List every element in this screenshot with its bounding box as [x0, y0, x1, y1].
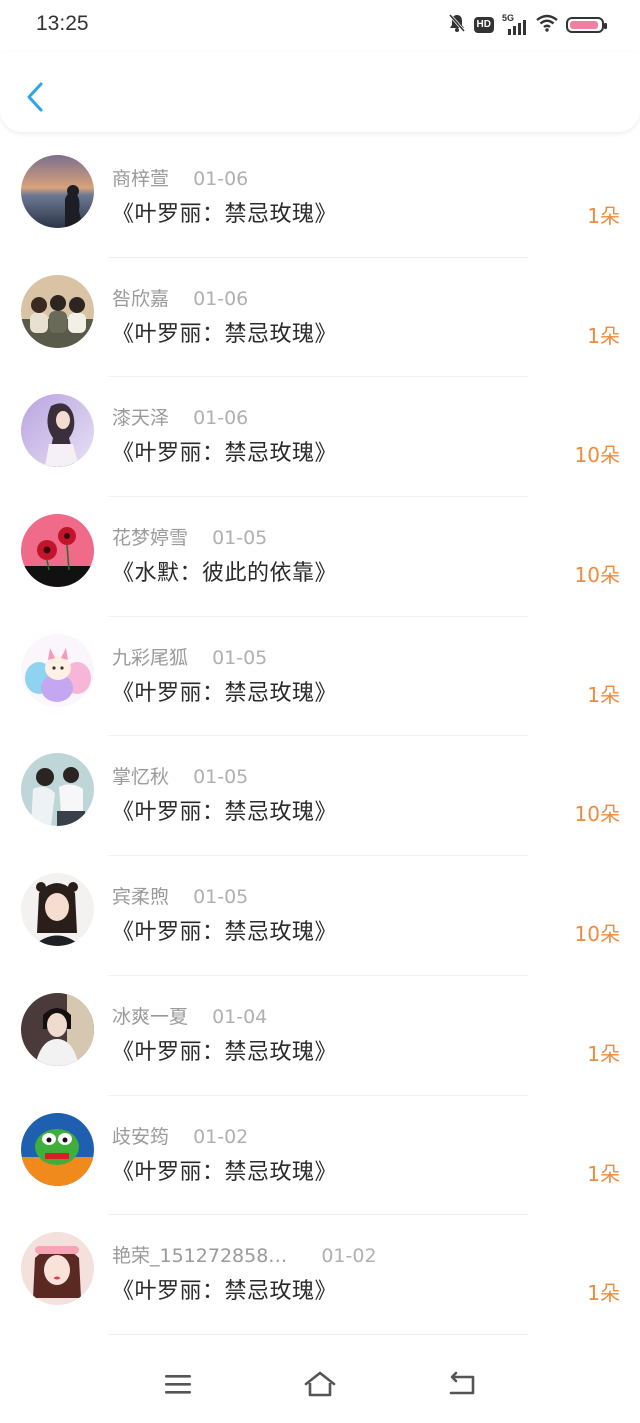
book-title: 《叶罗丽：禁忌玫瑰》: [112, 1039, 338, 1065]
home-icon: [304, 1371, 336, 1397]
book-title: 《叶罗丽：禁忌玫瑰》: [112, 680, 338, 706]
avatar[interactable]: [21, 1232, 94, 1306]
user-name: 歧安筠: [112, 1125, 170, 1148]
gift-date: 01-02: [321, 1245, 377, 1268]
avatar[interactable]: [21, 1112, 94, 1186]
gift-date: 01-02: [193, 1125, 249, 1148]
gift-date: 01-05: [212, 646, 268, 669]
flower-count: 10朵: [574, 802, 620, 827]
status-icons: HD 5G: [448, 13, 607, 37]
back-nav-button[interactable]: [442, 1367, 482, 1401]
flower-count: 1朵: [587, 1281, 620, 1306]
home-button[interactable]: [300, 1367, 340, 1401]
avatar[interactable]: [21, 155, 94, 228]
system-nav-bar: [0, 1343, 640, 1423]
gift-date: 01-05: [193, 766, 249, 789]
flower-count: 1朵: [587, 682, 620, 707]
menu-icon: [165, 1375, 191, 1394]
back-return-icon: [449, 1371, 475, 1395]
avatar[interactable]: [21, 873, 94, 947]
avatar[interactable]: [21, 274, 94, 348]
flower-count: 1朵: [587, 1161, 620, 1186]
gift-date: 01-06: [193, 407, 249, 430]
book-title: 《叶罗丽：禁忌玫瑰》: [112, 441, 338, 467]
bell-muted-icon: [448, 13, 466, 37]
status-bar: 13:25 HD 5G: [0, 0, 640, 52]
flower-count: 10朵: [574, 922, 620, 947]
list-item[interactable]: 歧安筠 01-02 《叶罗丽：禁忌玫瑰》 1朵: [0, 1096, 640, 1216]
user-name: 漆天泽: [112, 407, 170, 430]
flower-count: 10朵: [574, 443, 620, 468]
book-title: 《叶罗丽：禁忌玫瑰》: [112, 321, 338, 347]
book-title: 《叶罗丽：禁忌玫瑰》: [112, 1279, 338, 1305]
user-name: 冰爽一夏: [112, 1005, 189, 1028]
avatar[interactable]: [21, 753, 94, 827]
gift-list: 商梓萱 01-06 《叶罗丽：禁忌玫瑰》 1朵 咎欣嘉 01-06 《叶罗丽：禁…: [0, 138, 640, 1335]
status-time: 13:25: [36, 12, 89, 35]
user-name: 掌忆秋: [112, 766, 170, 789]
list-item[interactable]: 咎欣嘉 01-06 《叶罗丽：禁忌玫瑰》 1朵: [0, 258, 640, 378]
signal-icon: 5G: [502, 13, 528, 35]
battery-icon: [566, 17, 607, 33]
list-item[interactable]: 九彩尾狐 01-05 《叶罗丽：禁忌玫瑰》 1朵: [0, 617, 640, 737]
book-title: 《叶罗丽：禁忌玫瑰》: [112, 800, 338, 826]
book-title: 《叶罗丽：禁忌玫瑰》: [112, 1159, 338, 1185]
user-name: 宾柔煦: [112, 886, 170, 909]
list-item[interactable]: 漆天泽 01-06 《叶罗丽：禁忌玫瑰》 10朵: [0, 377, 640, 498]
hd-icon: HD: [473, 17, 494, 33]
user-name: 商梓萱: [112, 168, 170, 190]
list-item[interactable]: 艳荣_151272858… 01-02 《叶罗丽：禁忌玫瑰》 1朵: [0, 1215, 640, 1335]
gift-date: 01-05: [212, 527, 268, 550]
divider: [108, 1333, 528, 1335]
flower-count: 10朵: [574, 563, 620, 588]
flower-count: 1朵: [587, 1041, 620, 1066]
avatar[interactable]: [21, 633, 94, 707]
avatar[interactable]: [21, 992, 94, 1066]
list-item[interactable]: 冰爽一夏 01-04 《叶罗丽：禁忌玫瑰》 1朵: [0, 976, 640, 1096]
list-item[interactable]: 掌忆秋 01-05 《叶罗丽：禁忌玫瑰》 10朵: [0, 736, 640, 857]
back-button[interactable]: [18, 76, 52, 118]
gift-date: 01-05: [193, 886, 249, 909]
flower-count: 1朵: [587, 204, 620, 228]
list-item[interactable]: 宾柔煦 01-05 《叶罗丽：禁忌玫瑰》 10朵: [0, 856, 640, 976]
gift-date: 01-06: [193, 168, 249, 190]
book-title: 《叶罗丽：禁忌玫瑰》: [112, 202, 338, 227]
gift-date: 01-04: [212, 1005, 268, 1028]
chevron-left-icon: [27, 82, 43, 112]
book-title: 《水默：彼此的依靠》: [112, 561, 338, 587]
avatar[interactable]: [21, 394, 94, 468]
user-name: 九彩尾狐: [112, 646, 189, 669]
gift-date: 01-06: [193, 287, 249, 310]
user-name: 花梦婷雪: [112, 527, 189, 550]
user-name: 艳荣_151272858…: [112, 1245, 288, 1268]
header-bar: [0, 52, 640, 132]
list-item[interactable]: 商梓萱 01-06 《叶罗丽：禁忌玫瑰》 1朵: [0, 138, 640, 258]
wifi-icon: [536, 14, 558, 36]
avatar[interactable]: [21, 514, 94, 588]
book-title: 《叶罗丽：禁忌玫瑰》: [112, 920, 338, 946]
list-item[interactable]: 花梦婷雪 01-05 《水默：彼此的依靠》 10朵: [0, 497, 640, 617]
menu-button[interactable]: [158, 1367, 198, 1401]
user-name: 咎欣嘉: [112, 287, 170, 310]
flower-count: 1朵: [587, 323, 620, 348]
